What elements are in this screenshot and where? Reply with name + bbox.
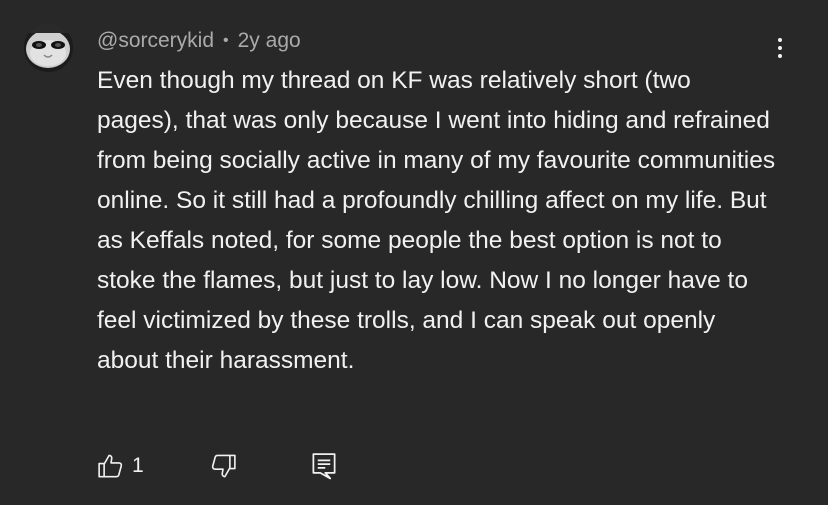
more-vertical-icon-dot	[778, 46, 782, 50]
comment-timestamp[interactable]: 2y ago	[238, 29, 301, 53]
thumbs-down-icon	[208, 451, 238, 481]
thumbs-up-icon	[96, 451, 126, 481]
like-button[interactable]: 1	[96, 448, 144, 484]
avatar-image	[24, 23, 73, 72]
author-name[interactable]: @sorcerykid	[97, 29, 214, 53]
more-vertical-icon	[778, 38, 782, 42]
reply-comment-icon	[310, 451, 338, 481]
dislike-button[interactable]	[208, 448, 238, 484]
avatar[interactable]	[24, 23, 73, 72]
meta-separator: •	[223, 32, 229, 49]
reply-button[interactable]	[310, 448, 338, 484]
more-options-button[interactable]	[764, 32, 796, 64]
comment-card: @sorcerykid • 2y ago Even though my thre…	[0, 0, 828, 505]
more-vertical-icon-dot	[778, 54, 782, 58]
comment-meta: @sorcerykid • 2y ago	[97, 27, 301, 55]
comment-text: Even though my thread on KF was relative…	[97, 67, 776, 374]
like-count: 1	[132, 454, 144, 477]
